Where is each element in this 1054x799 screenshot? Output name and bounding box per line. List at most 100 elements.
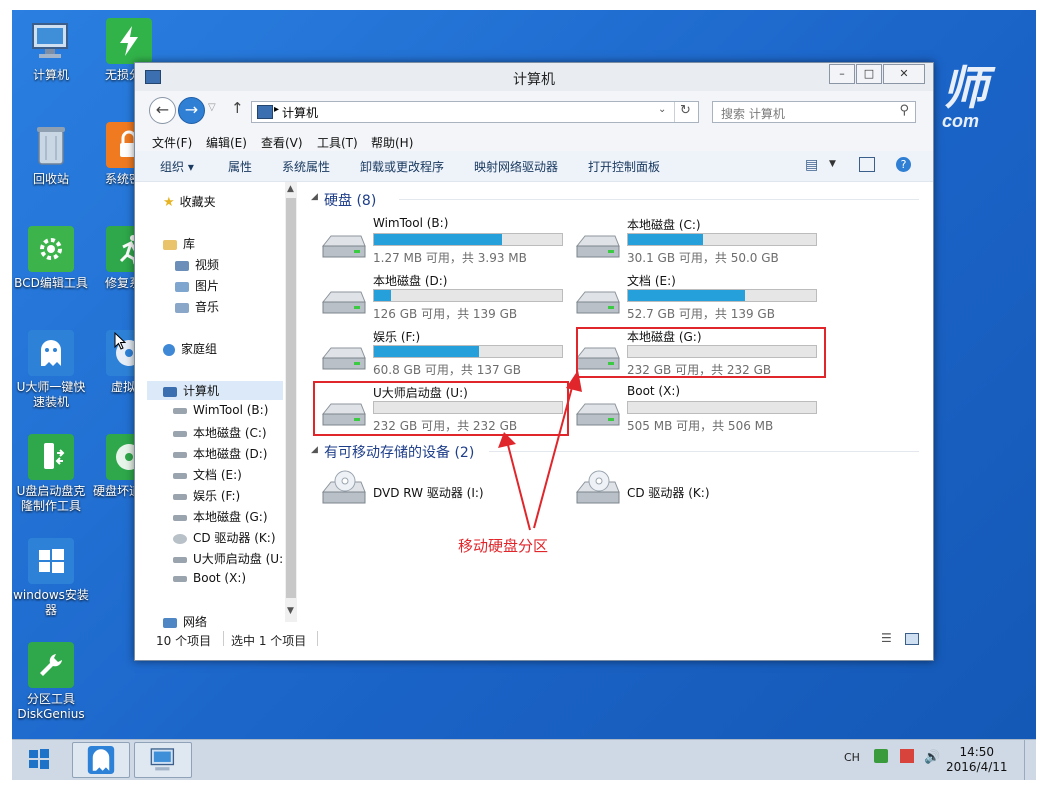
start-button[interactable] [20, 742, 58, 776]
clock[interactable]: 14:50 2016/4/11 [946, 745, 1008, 775]
taskbar-app-quick-install[interactable] [72, 742, 130, 778]
scrollbar-thumb[interactable] [286, 198, 296, 598]
desktop-icon-label: 计算机 [32, 68, 69, 82]
desktop-icon-usb-clone[interactable]: U盘启动盘克隆制作工具 [12, 434, 90, 514]
nav-network[interactable]: 网络 [163, 613, 207, 630]
nav-drive[interactable]: 本地磁盘 (C:) [173, 424, 267, 441]
desktop-icon-computer[interactable]: 计算机 [12, 18, 90, 83]
maximize-button[interactable]: □ [856, 64, 882, 84]
chevron-down-icon[interactable]: ⌄ [658, 104, 666, 115]
desktop-icon-label: BCD编辑工具 [14, 276, 88, 290]
search-icon[interactable]: ⚲ [899, 103, 909, 118]
desktop-icon-bcd[interactable]: BCD编辑工具 [12, 226, 90, 291]
security-shield-icon[interactable] [874, 749, 888, 763]
nav-pictures[interactable]: 图片 [175, 277, 219, 294]
group-header-removable[interactable]: 有可移动存储的设备 (2) [324, 442, 474, 462]
item-count: 10 个项目 [156, 634, 212, 648]
drive-usage-fill [374, 234, 502, 245]
collapse-triangle-icon[interactable]: ◢ [311, 192, 318, 202]
collapse-triangle-icon[interactable]: ◢ [311, 445, 318, 455]
map-network-drive-button[interactable]: 映射网络驱动器 [474, 158, 558, 175]
nav-label: CD 驱动器 (K:) [193, 531, 276, 545]
desktop-icon-label: 分区工具DiskGenius [17, 692, 85, 721]
view-options-icon[interactable]: ▤ [805, 157, 818, 173]
up-arrow-icon[interactable]: ↑ [231, 99, 244, 117]
menu-help[interactable]: 帮助(H) [371, 134, 413, 151]
video-icon [175, 260, 189, 271]
search-box[interactable]: 搜索 计算机 ⚲ [712, 101, 916, 123]
taskbar-app-explorer[interactable] [134, 742, 192, 778]
nav-drive[interactable]: U大师启动盘 (U: [173, 550, 283, 567]
chevron-down-icon[interactable]: ▼ [829, 159, 836, 169]
display-icon[interactable] [900, 749, 914, 763]
music-icon [175, 302, 189, 313]
nav-drive[interactable]: 文档 (E:) [173, 466, 242, 483]
desktop-icon-label: U大师一键快速装机 [16, 380, 86, 409]
annotation-label: 移动硬盘分区 [458, 537, 549, 555]
nav-label: 库 [183, 237, 196, 251]
nav-drive[interactable]: 本地磁盘 (D:) [173, 445, 267, 462]
drive-item[interactable]: 本地磁盘 (D:) 126 GB 可用，共 139 GB [321, 272, 571, 324]
selected-count: 选中 1 个项目 [231, 634, 307, 648]
large-icons-view-icon[interactable] [905, 633, 919, 645]
drive-free-space: 126 GB 可用，共 139 GB [373, 307, 518, 321]
show-desktop-button[interactable] [1024, 740, 1025, 780]
menu-file[interactable]: 文件(F) [152, 134, 192, 151]
cd-icon [173, 533, 187, 544]
minimize-button[interactable]: – [829, 64, 855, 84]
forward-button[interactable]: → [178, 97, 205, 124]
drive-item[interactable]: Boot (X:) 505 MB 可用，共 506 MB [575, 384, 825, 436]
nav-music[interactable]: 音乐 [175, 298, 219, 315]
nav-drive[interactable]: 本地磁盘 (G:) [173, 508, 268, 525]
details-view-icon[interactable]: ☰ [881, 631, 892, 645]
breadcrumb[interactable]: 计算机 [282, 104, 318, 121]
scroll-down-icon[interactable]: ▼ [287, 606, 294, 616]
open-control-panel-button[interactable]: 打开控制面板 [588, 158, 660, 175]
nav-computer[interactable]: 计算机 [163, 382, 219, 399]
menu-edit[interactable]: 编辑(E) [206, 134, 247, 151]
language-indicator[interactable]: CH [844, 751, 860, 764]
group-header-hard-disks[interactable]: 硬盘 (8) [324, 190, 376, 210]
nav-drive[interactable]: Boot (X:) [173, 571, 246, 585]
nav-videos[interactable]: 视频 [175, 256, 219, 273]
nav-drive[interactable]: CD 驱动器 (K:) [173, 529, 276, 546]
back-button[interactable]: ← [149, 97, 176, 124]
nav-libraries[interactable]: 库 [163, 235, 195, 252]
removable-device-item[interactable]: CD 驱动器 (K:) [575, 470, 825, 522]
menu-tools[interactable]: 工具(T) [317, 134, 358, 151]
nav-drive[interactable]: WimTool (B:) [173, 403, 268, 417]
desktop-icon-diskgenius[interactable]: 分区工具DiskGenius [12, 642, 90, 722]
system-properties-button[interactable]: 系统属性 [282, 158, 330, 175]
title-bar: 计算机 – □ ✕ [135, 63, 933, 91]
desktop-icon-quick-install[interactable]: U大师一键快速装机 [12, 330, 90, 410]
nav-favorites[interactable]: ★ 收藏夹 [163, 193, 216, 210]
organize-button[interactable]: 组织 ▾ [160, 158, 194, 175]
address-bar[interactable]: ▸ 计算机 ⌄ ↻ [251, 101, 699, 123]
nav-label: 视频 [195, 258, 220, 272]
breadcrumb-arrow-icon: ▸ [274, 104, 280, 115]
desktop-icon-recycle-bin[interactable]: 回收站 [12, 122, 90, 187]
volume-icon[interactable]: 🔊 [924, 750, 940, 765]
close-button[interactable]: ✕ [883, 64, 925, 84]
refresh-icon[interactable]: ↻ [680, 103, 691, 118]
search-input[interactable]: 搜索 计算机 [721, 105, 785, 122]
menu-view[interactable]: 查看(V) [261, 134, 303, 151]
nav-drive[interactable]: 娱乐 (F:) [173, 487, 240, 504]
drive-name: Boot (X:) [627, 384, 681, 398]
drive-item[interactable]: WimTool (B:) 1.27 MB 可用，共 3.93 MB [321, 216, 571, 268]
nav-label: 本地磁盘 (G:) [193, 510, 268, 524]
properties-button[interactable]: 属性 [228, 158, 252, 175]
scroll-up-icon[interactable]: ▲ [287, 184, 294, 194]
nav-scrollbar[interactable]: ▲ ▼ [285, 182, 297, 622]
help-icon[interactable]: ? [896, 157, 911, 172]
uninstall-program-button[interactable]: 卸载或更改程序 [360, 158, 444, 175]
drive-usage-bar [627, 233, 817, 246]
drive-item[interactable]: 本地磁盘 (C:) 30.1 GB 可用，共 50.0 GB [575, 216, 825, 268]
divider [317, 631, 318, 646]
desktop-icon-windows-installer[interactable]: windows安装器 [12, 538, 90, 618]
drive-item[interactable]: 文档 (E:) 52.7 GB 可用，共 139 GB [575, 272, 825, 324]
preview-pane-icon[interactable] [859, 157, 875, 172]
recent-dropdown-icon[interactable]: ▽ [208, 102, 216, 113]
nav-homegroup[interactable]: 家庭组 [163, 340, 217, 357]
library-icon [163, 239, 177, 250]
